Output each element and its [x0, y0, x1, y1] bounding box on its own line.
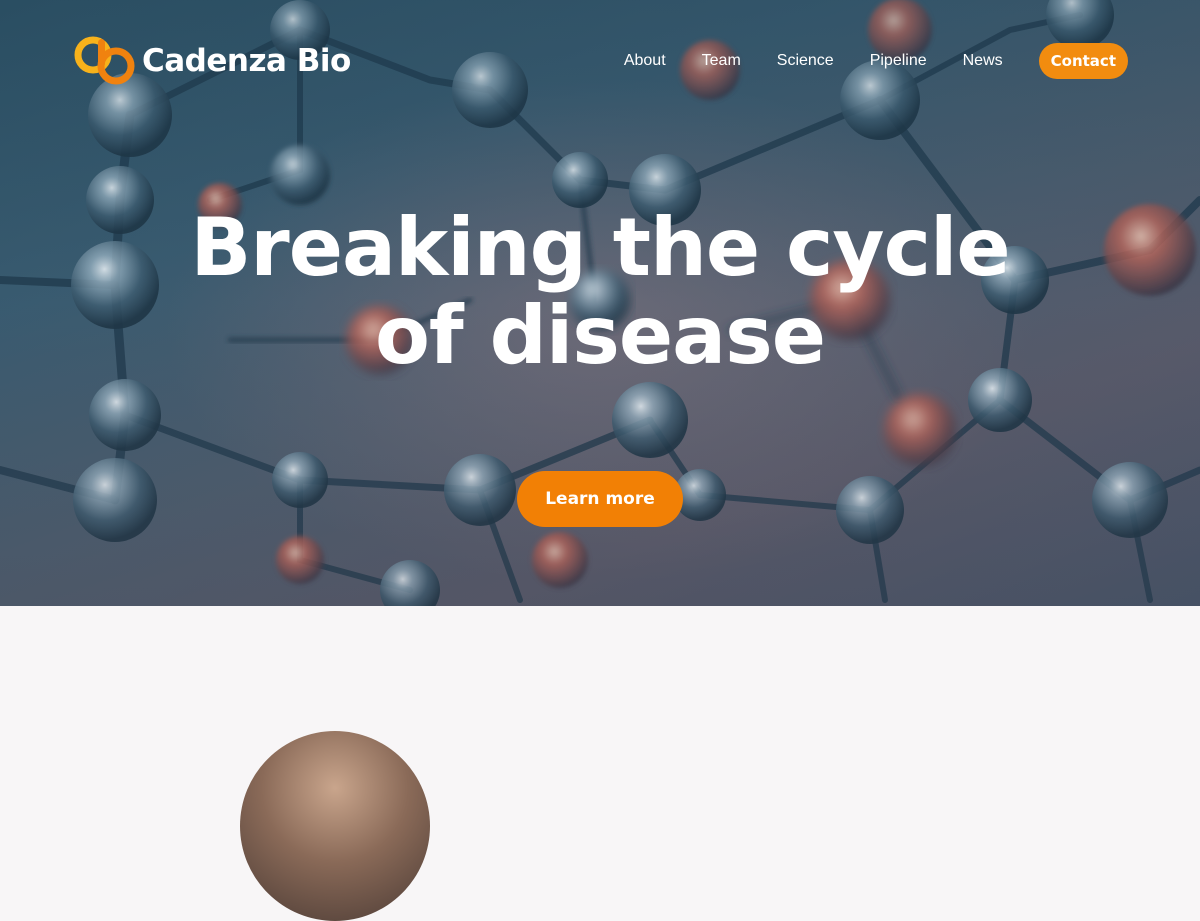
hero-headline-line-1: Breaking the cycle [190, 201, 1010, 294]
intro-section [0, 606, 1200, 921]
nav-link-team[interactable]: Team [702, 43, 741, 79]
main-navigation: About Team Science Pipeline News Contact [624, 43, 1128, 79]
brand-name: Cadenza Bio [142, 43, 351, 79]
hero-headline-line-2: of disease [374, 289, 826, 382]
hero-section: Cadenza Bio About Team Science Pipeline … [0, 0, 1200, 606]
hero-headline: Breaking the cycle of disease [0, 204, 1200, 380]
contact-button[interactable]: Contact [1038, 43, 1128, 79]
team-portrait-image [240, 731, 430, 921]
nav-link-news[interactable]: News [963, 43, 1003, 79]
nav-link-about[interactable]: About [624, 43, 666, 79]
nav-link-science[interactable]: Science [777, 43, 834, 79]
cadenza-logo-icon [74, 36, 135, 85]
nav-link-pipeline[interactable]: Pipeline [870, 43, 927, 79]
brand-logo[interactable]: Cadenza Bio [72, 35, 351, 87]
learn-more-button[interactable]: Learn more [517, 471, 683, 527]
